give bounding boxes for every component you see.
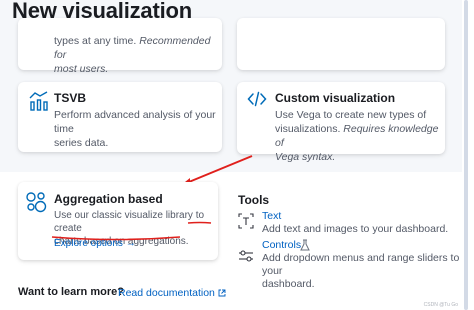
aggregation-icon bbox=[25, 191, 47, 218]
card-recommended[interactable]: types at any time. Recommended for most … bbox=[18, 18, 222, 75]
external-link-icon bbox=[218, 288, 226, 300]
tool-text-link[interactable]: Text bbox=[262, 210, 281, 222]
controls-icon bbox=[238, 249, 254, 268]
card-custom-desc: Use Vega to create new types of visualiz… bbox=[275, 109, 439, 163]
tool-controls-desc: Add dropdown menus and range sliders to … bbox=[262, 252, 460, 290]
text-icon bbox=[238, 213, 254, 234]
card-tsvb[interactable]: TSVB Perform advanced analysis of your t… bbox=[18, 82, 222, 152]
tools-heading: Tools bbox=[238, 193, 270, 207]
card-aggregation-based[interactable]: Aggregation based Use our classic visual… bbox=[18, 182, 218, 260]
card-custom-title: Custom visualization bbox=[275, 91, 396, 105]
read-documentation-link[interactable]: Read documentation bbox=[118, 287, 226, 300]
card-aggregation-title: Aggregation based bbox=[54, 192, 163, 206]
tsvb-icon bbox=[28, 90, 50, 117]
scrollbar[interactable] bbox=[464, 0, 468, 310]
learn-more-label: Want to learn more? bbox=[18, 286, 124, 298]
card-recommended-desc: types at any time. Recommended for most … bbox=[54, 35, 211, 75]
card-tsvb-title: TSVB bbox=[54, 91, 87, 105]
tool-text-desc: Add text and images to your dashboard. bbox=[262, 223, 449, 235]
code-icon bbox=[247, 91, 267, 112]
arrow-right-icon: → bbox=[125, 238, 136, 249]
card-custom-visualization[interactable]: Custom visualization Use Vega to create … bbox=[237, 82, 445, 163]
card-tsvb-desc: Perform advanced analysis of your time s… bbox=[54, 109, 216, 149]
card-top-right[interactable] bbox=[237, 18, 445, 70]
watermark: CSDN @Tu Go bbox=[423, 302, 458, 308]
explore-options-link[interactable]: Explore options → bbox=[54, 238, 136, 249]
tool-controls-link[interactable]: Controls bbox=[262, 239, 301, 251]
